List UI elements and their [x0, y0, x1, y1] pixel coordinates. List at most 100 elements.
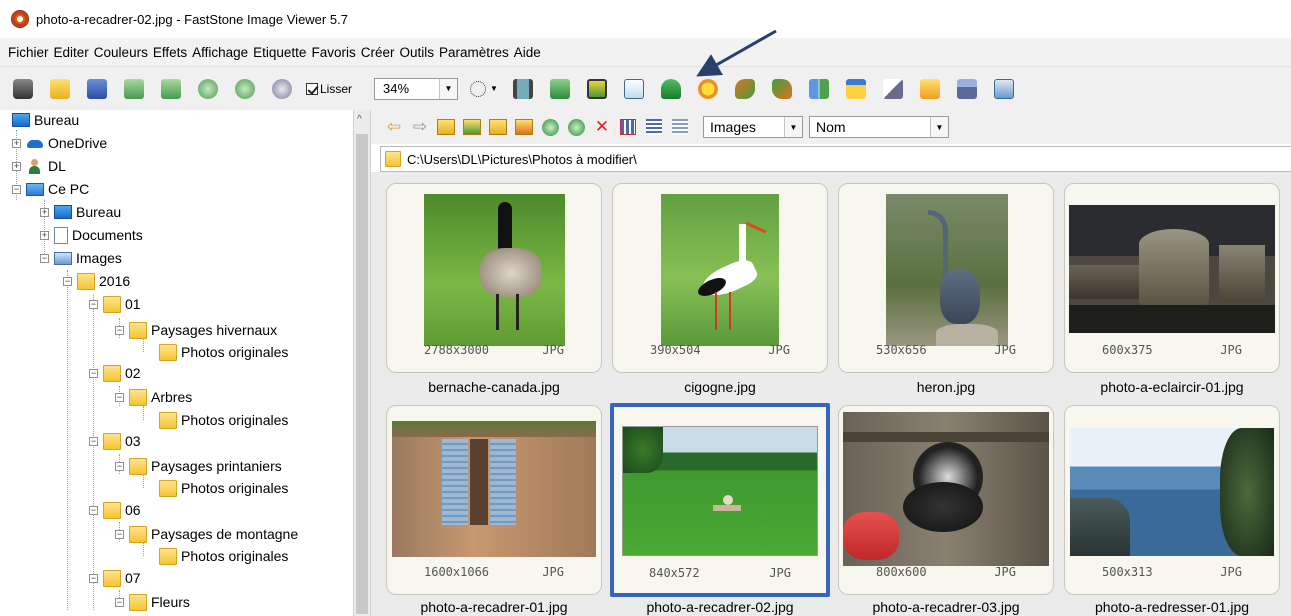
rotate-right-button[interactable] — [769, 76, 795, 102]
back-icon[interactable]: ⇦ — [383, 116, 405, 138]
previous-button[interactable] — [121, 76, 147, 102]
tree-item-bureau[interactable]: Bureau — [12, 110, 79, 130]
save-button[interactable] — [84, 76, 110, 102]
tree-item-photos-originales[interactable]: Photos originales — [159, 342, 288, 362]
open-folder-button[interactable] — [47, 76, 73, 102]
collapse-icon[interactable]: − — [63, 276, 72, 286]
tree-item-images[interactable]: − Images — [40, 248, 122, 268]
zoom-in-button[interactable] — [195, 76, 221, 102]
thumbnail-card[interactable]: 2788x3000 JPG — [386, 183, 602, 373]
next-button[interactable] — [158, 76, 184, 102]
zoom-select[interactable]: 34% ▼ — [374, 77, 459, 100]
menu-etiquette[interactable]: Etiquette — [253, 45, 311, 60]
camera-button[interactable] — [10, 76, 36, 102]
resize-button[interactable] — [547, 76, 573, 102]
forward-icon[interactable]: ⇨ — [409, 116, 431, 138]
menu-editer[interactable]: Editer — [54, 45, 94, 60]
file-type-filter-select[interactable]: Images ▼ — [703, 116, 803, 138]
tree-item-onedrive[interactable]: + OneDrive — [12, 133, 107, 153]
thumbnail-card[interactable]: 1600x1066 JPG — [386, 405, 602, 595]
collapse-icon[interactable]: − — [115, 461, 124, 471]
draw-button[interactable] — [880, 76, 906, 102]
scroll-up-icon[interactable]: ^ — [357, 114, 362, 125]
thumbnail-card[interactable]: 390x504 JPG — [612, 183, 828, 373]
thumbnail-card-selected[interactable]: 840x572 JPG — [610, 403, 830, 597]
up-folder-icon[interactable] — [435, 116, 457, 138]
print-button[interactable] — [954, 76, 980, 102]
tree-item-photos-originales[interactable]: Photos originales — [159, 546, 288, 566]
crop-button[interactable] — [584, 76, 610, 102]
details-view-icon[interactable] — [643, 116, 665, 138]
menu-creer[interactable]: Créer — [361, 45, 400, 60]
stamp-button[interactable] — [658, 76, 684, 102]
move-to-icon[interactable] — [565, 116, 587, 138]
tree-item-fleurs[interactable]: − Fleurs — [115, 592, 190, 612]
thumbnail-card[interactable]: 500x313 JPG — [1064, 405, 1280, 595]
lisser-checkbox[interactable] — [306, 82, 318, 95]
chevron-down-icon[interactable]: ▼ — [930, 117, 948, 137]
tree-item-paysages-printaniers[interactable]: − Paysages printaniers — [115, 456, 282, 476]
collapse-icon[interactable]: − — [89, 505, 98, 515]
lisser-option[interactable]: Lisser — [306, 82, 352, 96]
expand-icon[interactable]: + — [12, 161, 21, 171]
collapse-icon[interactable]: − — [115, 325, 124, 335]
list-view-icon[interactable] — [669, 116, 691, 138]
menu-aide[interactable]: Aide — [514, 45, 546, 60]
tree-item-ce-pc[interactable]: − Ce PC — [12, 179, 89, 199]
window-button[interactable] — [843, 76, 869, 102]
menu-parametres[interactable]: Paramètres — [439, 45, 514, 60]
menu-effets[interactable]: Effets — [153, 45, 192, 60]
menu-affichage[interactable]: Affichage — [192, 45, 253, 60]
expand-icon[interactable]: + — [40, 207, 49, 217]
selection-shape-button[interactable]: ▼ — [470, 80, 498, 97]
folder-options-icon[interactable] — [513, 116, 535, 138]
favorite-folder-icon[interactable] — [461, 116, 483, 138]
new-folder-icon[interactable] — [487, 116, 509, 138]
tree-item-paysages-hivernaux[interactable]: − Paysages hivernaux — [115, 320, 277, 340]
tree-item-dl[interactable]: + DL — [12, 156, 66, 176]
zoom-out-button[interactable] — [232, 76, 258, 102]
collapse-icon[interactable]: − — [40, 253, 49, 263]
menu-outils[interactable]: Outils — [399, 45, 439, 60]
collapse-icon[interactable]: − — [89, 299, 98, 309]
settings-button[interactable] — [991, 76, 1017, 102]
tree-item-07[interactable]: − 07 — [89, 568, 141, 588]
chevron-down-icon[interactable]: ▼ — [784, 117, 802, 137]
menu-favoris[interactable]: Favoris — [311, 45, 360, 60]
thumbnail-card[interactable]: 530x656 JPG — [838, 183, 1054, 373]
scrollbar-thumb[interactable] — [356, 134, 368, 614]
actual-size-button[interactable] — [269, 76, 295, 102]
chevron-down-icon[interactable]: ▼ — [439, 78, 458, 99]
tree-item-bureau[interactable]: + Bureau — [40, 202, 121, 222]
collapse-icon[interactable]: − — [89, 436, 98, 446]
tree-item-2016[interactable]: − 2016 — [63, 271, 130, 291]
path-bar[interactable]: C:\Users\DL\Pictures\Photos à modifier\ — [380, 146, 1291, 172]
thumbnail-card[interactable]: 800x600 JPG — [838, 405, 1054, 595]
tree-scrollbar[interactable]: ^ — [353, 110, 371, 616]
collapse-icon[interactable]: − — [115, 597, 124, 607]
tree-item-documents[interactable]: + Documents — [40, 225, 143, 245]
tree-item-03[interactable]: − 03 — [89, 431, 141, 451]
tree-item-arbres[interactable]: − Arbres — [115, 387, 192, 407]
sort-order-select[interactable]: Nom ▼ — [809, 116, 949, 138]
copy-to-icon[interactable] — [539, 116, 561, 138]
thumbnails-view-icon[interactable] — [617, 116, 639, 138]
compare-button[interactable] — [806, 76, 832, 102]
sun-button[interactable] — [695, 76, 721, 102]
thumbnail-card[interactable]: 600x375 JPG — [1064, 183, 1280, 373]
tree-item-02[interactable]: − 02 — [89, 363, 141, 383]
menu-fichier[interactable]: Fichier — [8, 45, 54, 60]
collapse-icon[interactable]: − — [12, 184, 21, 194]
expand-icon[interactable]: + — [40, 230, 49, 240]
film-strip-button[interactable] — [510, 76, 536, 102]
tree-item-photos-originales[interactable]: Photos originales — [159, 410, 288, 430]
collapse-icon[interactable]: − — [115, 529, 124, 539]
rotate-left-button[interactable] — [732, 76, 758, 102]
tree-item-01[interactable]: − 01 — [89, 294, 141, 314]
collapse-icon[interactable]: − — [115, 392, 124, 402]
delete-icon[interactable]: ✕ — [591, 116, 613, 138]
menu-couleurs[interactable]: Couleurs — [94, 45, 153, 60]
tree-item-paysages-de-montagne[interactable]: − Paysages de montagne — [115, 524, 298, 544]
tree-item-06[interactable]: − 06 — [89, 500, 141, 520]
collapse-icon[interactable]: − — [89, 368, 98, 378]
